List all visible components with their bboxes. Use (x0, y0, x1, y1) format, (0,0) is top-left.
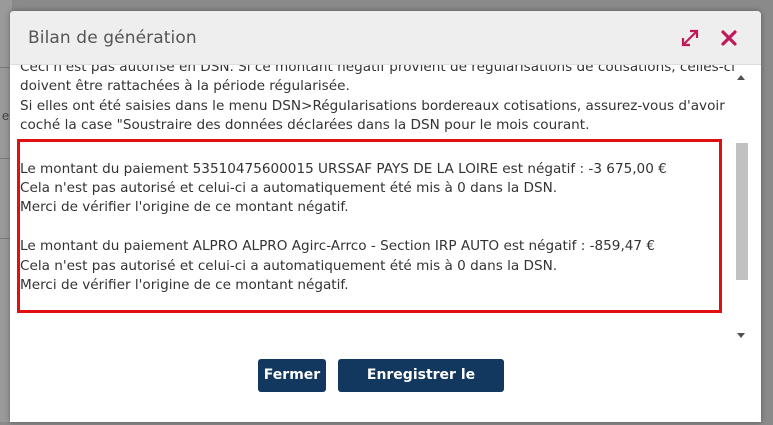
dialog-footer: Fermer Enregistrer le rapport (10, 342, 761, 422)
report-dialog: Bilan de génération Ceci n'est pas autor… (10, 11, 761, 422)
expand-arrows-icon[interactable] (679, 27, 701, 49)
report-line: Si elles ont été saisies dans le menu DS… (20, 97, 725, 114)
close-x-icon[interactable] (719, 28, 739, 48)
report-line: Cela n'est pas autorisé et celui-ci a au… (20, 257, 558, 274)
scroll-up-arrow-icon[interactable] (737, 75, 745, 80)
report-line: Merci de vérifier l'origine de ce montan… (20, 199, 349, 216)
report-line: Ceci n'est pas autorisé en DSN. Si ce mo… (20, 65, 735, 75)
report-line: Le montant du paiement 53510475600015 UR… (20, 160, 667, 177)
close-button[interactable]: Fermer (258, 359, 326, 392)
report-line: coché la case "Soustraire des données dé… (20, 117, 590, 134)
scrollbar-thumb[interactable] (736, 143, 748, 280)
vertical-scrollbar[interactable] (734, 73, 748, 340)
scroll-down-arrow-icon[interactable] (737, 333, 745, 338)
report-content[interactable]: Ceci n'est pas autorisé en DSN. Si ce mo… (10, 65, 761, 341)
report-line: Le montant du paiement ALPRO ALPRO Agirc… (20, 238, 656, 255)
report-text: Ceci n'est pas autorisé en DSN. Si ce mo… (20, 65, 735, 295)
save-report-button[interactable]: Enregistrer le rapport (338, 359, 504, 416)
report-line: Cela n'est pas autorisé et celui-ci a au… (20, 180, 558, 197)
dialog-title: Bilan de génération (28, 28, 197, 48)
dialog-header: Bilan de génération (10, 11, 761, 65)
report-line: doivent être rattachées à la période rég… (20, 78, 350, 95)
report-line: Merci de vérifier l'origine de ce montan… (20, 277, 349, 294)
background-text-fragment: e (2, 108, 10, 123)
